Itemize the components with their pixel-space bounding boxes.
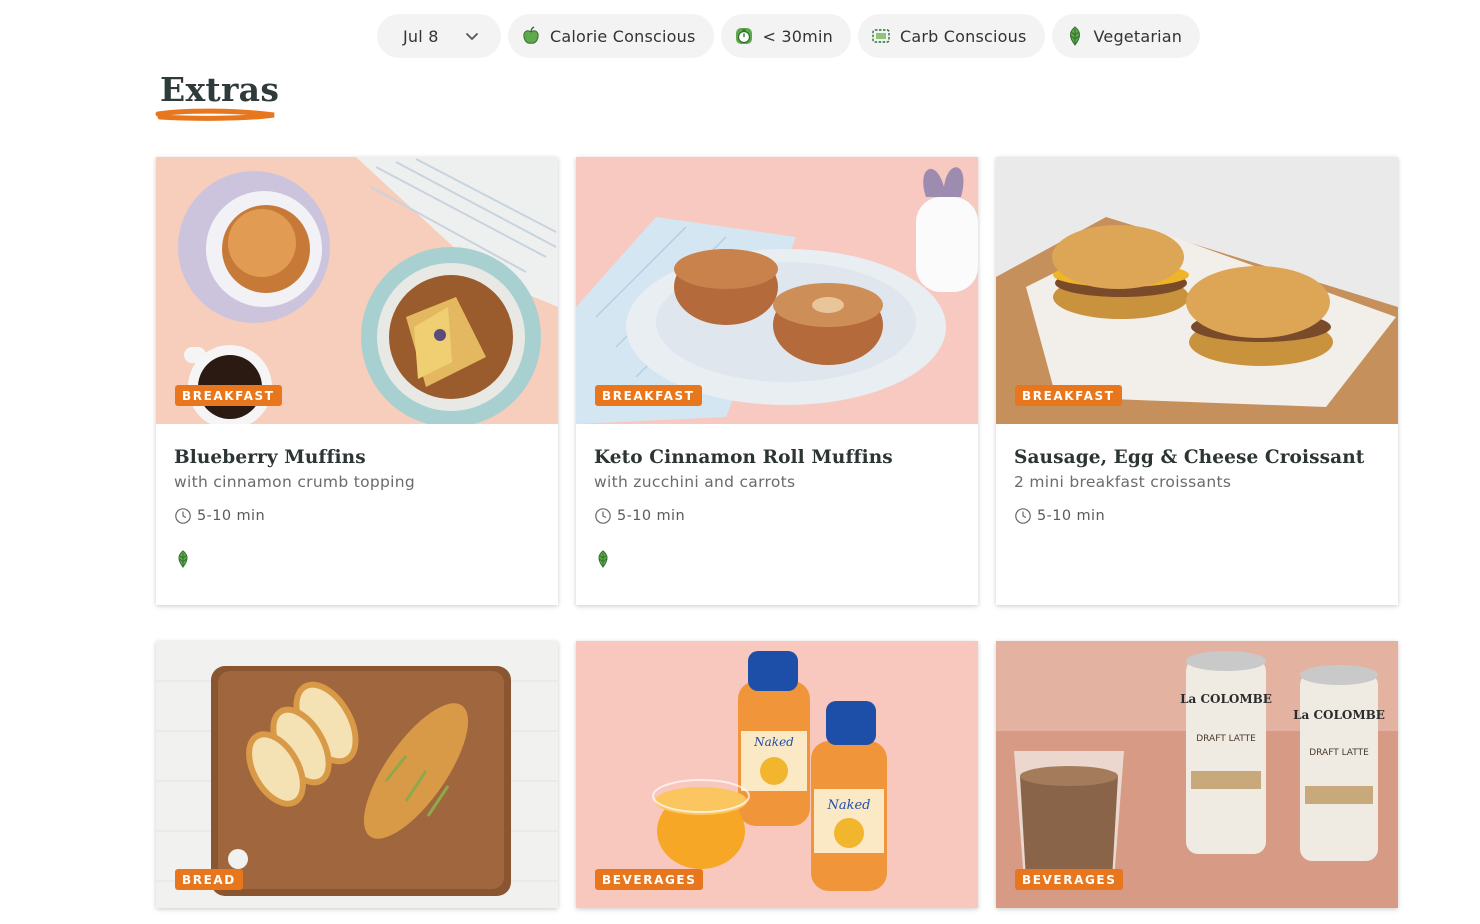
cinnamon-muffins-photo: BREAKFAST	[576, 157, 978, 424]
recipe-description: with zucchini and carrots	[594, 473, 796, 491]
recipe-name: Blueberry Muffins	[174, 447, 366, 468]
can-product-label: DRAFT LATTE	[1196, 734, 1256, 744]
recipe-card-juice[interactable]: Naked Naked BEVERAGES	[576, 641, 978, 908]
filter-vegetarian[interactable]: Vegetarian	[1051, 14, 1201, 58]
filter-carb-conscious[interactable]: Carb Conscious	[857, 14, 1045, 58]
filter-label: < 30min	[762, 26, 833, 46]
vegetarian-leaf-icon	[598, 550, 608, 568]
filter-calorie-conscious[interactable]: Calorie Conscious	[508, 14, 714, 58]
leaf-icon	[1064, 25, 1086, 47]
stopwatch-icon	[733, 25, 755, 47]
category-badge: BEVERAGES	[595, 869, 704, 890]
recipe-card-latte[interactable]: La COLOMBE DRAFT LATTE La COLOMBE DRAFT …	[996, 641, 1398, 908]
prep-time-label: 5-10 min	[617, 508, 686, 524]
recipe-description: 2 mini breakfast croissants	[1014, 473, 1232, 491]
recipe-name: Keto Cinnamon Roll Muffins	[594, 447, 893, 468]
prep-time-label: 5-10 min	[197, 508, 266, 524]
prep-time-label: 5-10 min	[1037, 508, 1106, 524]
category-badge: BEVERAGES	[1015, 869, 1124, 890]
category-badge: BREAD	[175, 869, 243, 890]
prep-time: 5-10 min	[1014, 507, 1380, 525]
recipe-description: with cinnamon crumb topping	[174, 473, 416, 491]
recipe-card-keto-cinnamon-roll-muffins[interactable]: BREAKFAST Keto Cinnamon Roll Muffins wit…	[576, 157, 978, 605]
recipe-card-blueberry-muffins[interactable]: BREAKFAST Blueberry Muffins with cinnamo…	[156, 157, 558, 605]
filter-bar: Jul 8 Calorie Conscious < 30min Carb Con…	[377, 14, 1201, 58]
category-badge: BREAKFAST	[595, 385, 702, 406]
muffins-on-plates-photo: BREAKFAST	[156, 157, 558, 424]
recipe-name: Sausage, Egg & Cheese Croissant	[1014, 447, 1365, 468]
clock-icon	[595, 508, 611, 524]
filter-under-30min[interactable]: < 30min	[720, 14, 851, 58]
filter-label: Calorie Conscious	[550, 26, 696, 46]
recipe-card-sausage-egg-cheese-croissant[interactable]: BREAKFAST Sausage, Egg & Cheese Croissan…	[996, 157, 1398, 605]
filter-label: Vegetarian	[1093, 26, 1183, 46]
apple-icon	[520, 25, 542, 47]
can-brand-label: La COLOMBE	[1180, 692, 1272, 706]
date-label: Jul 8	[403, 26, 439, 46]
bread-icon	[870, 25, 892, 47]
category-badge: BREAKFAST	[1015, 385, 1122, 406]
vegetarian-leaf-icon	[178, 550, 188, 568]
croissant-sandwich-photo: BREAKFAST	[996, 157, 1398, 424]
garlic-bread-photo: BREAD	[156, 641, 558, 908]
latte-cans-photo: La COLOMBE DRAFT LATTE La COLOMBE DRAFT …	[996, 641, 1398, 908]
section-title: Extras	[160, 70, 280, 109]
prep-time: 5-10 min	[174, 507, 540, 525]
chevron-down-icon	[461, 25, 483, 47]
recipe-card-bread[interactable]: BREAD	[156, 641, 558, 908]
title-underline-decoration	[155, 108, 275, 121]
juice-bottles-photo: Naked Naked BEVERAGES	[576, 641, 978, 908]
clock-icon	[1015, 508, 1031, 524]
bottle-brand-label: Naked	[826, 798, 870, 813]
filter-label: Carb Conscious	[899, 26, 1027, 46]
can-brand-label: La COLOMBE	[1293, 708, 1385, 722]
clock-icon	[175, 508, 191, 524]
bottle-brand-label: Naked	[753, 735, 794, 749]
category-badge: BREAKFAST	[175, 385, 282, 406]
date-selector[interactable]: Jul 8	[377, 14, 501, 58]
can-product-label: DRAFT LATTE	[1309, 748, 1369, 758]
prep-time: 5-10 min	[594, 507, 960, 525]
